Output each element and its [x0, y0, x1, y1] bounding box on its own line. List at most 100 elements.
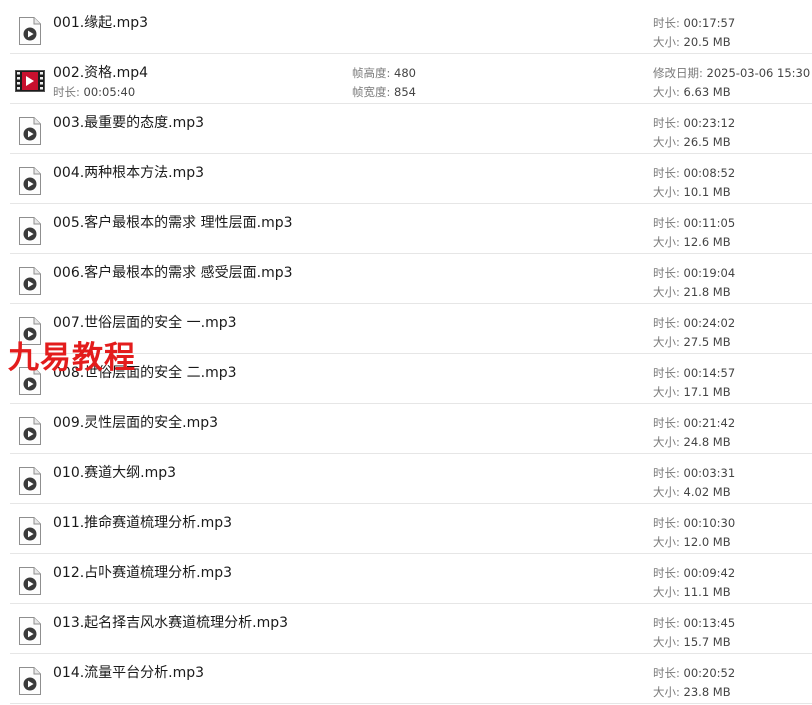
file-duration-value: 00:19:04	[683, 266, 736, 280]
file-size-value: 4.02 MB	[683, 485, 731, 499]
file-duration-value: 00:08:52	[683, 166, 736, 180]
file-size-value: 24.8 MB	[683, 435, 731, 449]
file-name: 001.缘起.mp3	[53, 15, 149, 31]
file-size: 大小: 4.02 MB	[653, 484, 731, 500]
file-size-label: 大小:	[653, 485, 680, 499]
file-size-label: 大小:	[653, 635, 680, 649]
file-row[interactable]: 001.缘起.mp3 时长: 00:17:57 大小: 20.5 MB	[10, 4, 812, 54]
file-duration-label: 时长:	[653, 166, 680, 180]
file-duration: 时长: 00:19:04	[653, 265, 735, 281]
file-name: 002.资格.mp4	[53, 65, 149, 81]
file-name: 009.灵性层面的安全.mp3	[53, 415, 219, 431]
file-duration-value: 00:17:57	[683, 16, 736, 30]
file-size-label: 大小:	[653, 585, 680, 599]
file-name: 006.客户最根本的需求 感受层面.mp3	[53, 265, 293, 281]
file-row[interactable]: 011.推命赛道梳理分析.mp3 时长: 00:10:30 大小: 12.0 MB	[10, 504, 812, 554]
file-duration: 时长: 00:23:12	[653, 115, 735, 131]
file-size: 大小: 17.1 MB	[653, 384, 731, 400]
file-duration: 时长: 00:21:42	[653, 415, 735, 431]
file-size-value: 26.5 MB	[683, 135, 731, 149]
file-size-value: 23.8 MB	[683, 685, 731, 699]
file-duration: 时长: 00:11:05	[653, 215, 735, 231]
file-name: 005.客户最根本的需求 理性层面.mp3	[53, 215, 293, 231]
file-row[interactable]: 003.最重要的态度.mp3 时长: 00:23:12 大小: 26.5 MB	[10, 104, 812, 154]
file-duration: 时长: 00:17:57	[653, 15, 735, 31]
file-size-label: 大小:	[653, 135, 680, 149]
file-size-value: 12.0 MB	[683, 535, 731, 549]
file-duration-label: 时长:	[653, 16, 680, 30]
file-row[interactable]: 004.两种根本方法.mp3 时长: 00:08:52 大小: 10.1 MB	[10, 154, 812, 204]
file-duration: 时长: 00:08:52	[653, 165, 735, 181]
file-size-value: 17.1 MB	[683, 385, 731, 399]
file-size-label: 大小:	[653, 285, 680, 299]
audio-file-icon	[18, 16, 42, 46]
file-size: 大小: 27.5 MB	[653, 334, 731, 350]
file-duration-value: 00:05:40	[83, 85, 136, 99]
file-row[interactable]: 013.起名择吉风水赛道梳理分析.mp3 时长: 00:13:45 大小: 15.7…	[10, 604, 812, 654]
file-duration-label: 时长:	[653, 266, 680, 280]
audio-file-icon	[18, 516, 42, 546]
file-name: 014.流量平台分析.mp3	[53, 665, 205, 681]
file-size: 大小: 24.8 MB	[653, 434, 731, 450]
file-duration-value: 00:23:12	[683, 116, 736, 130]
file-row[interactable]: 006.客户最根本的需求 感受层面.mp3 时长: 00:19:04 大小: 21.…	[10, 254, 812, 304]
file-frame-height-value: 480	[394, 66, 416, 80]
file-row[interactable]: 014.流量平台分析.mp3 时长: 00:20:52 大小: 23.8 MB	[10, 654, 812, 704]
file-duration-label: 时长:	[653, 316, 680, 330]
file-name: 003.最重要的态度.mp3	[53, 115, 205, 131]
audio-file-icon	[18, 416, 42, 446]
audio-file-icon	[18, 216, 42, 246]
file-size: 大小: 20.5 MB	[653, 34, 731, 50]
file-size-label: 大小:	[653, 385, 680, 399]
file-duration: 时长: 00:13:45	[653, 615, 735, 631]
file-duration-value: 00:03:31	[683, 466, 736, 480]
audio-file-icon	[18, 166, 42, 196]
file-duration-value: 00:10:30	[683, 516, 736, 530]
file-size: 大小: 12.0 MB	[653, 534, 731, 550]
file-duration: 时长: 00:20:52	[653, 665, 735, 681]
file-frame-width: 帧宽度: 854	[352, 84, 416, 100]
file-duration-label: 时长:	[653, 366, 680, 380]
file-size-value: 21.8 MB	[683, 285, 731, 299]
file-size-label: 大小:	[653, 185, 680, 199]
file-size-label: 大小:	[653, 435, 680, 449]
file-name: 013.起名择吉风水赛道梳理分析.mp3	[53, 615, 289, 631]
file-duration-value: 00:09:42	[683, 566, 736, 580]
file-size: 大小: 11.1 MB	[653, 584, 731, 600]
file-size: 大小: 15.7 MB	[653, 634, 731, 650]
file-modified-value: 2025-03-06 15:30	[706, 66, 811, 80]
file-duration: 时长: 00:09:42	[653, 565, 735, 581]
file-size: 大小: 21.8 MB	[653, 284, 731, 300]
file-frame-height: 帧高度: 480	[352, 65, 416, 81]
file-size-label: 大小:	[653, 535, 680, 549]
file-size-label: 大小:	[653, 235, 680, 249]
file-duration: 时长: 00:24:02	[653, 315, 735, 331]
file-row[interactable]: 012.占卟赛道梳理分析.mp3 时长: 00:09:42 大小: 11.1 MB	[10, 554, 812, 604]
video-file-icon	[15, 70, 45, 100]
file-name: 004.两种根本方法.mp3	[53, 165, 205, 181]
file-size-label: 大小:	[653, 35, 680, 49]
file-duration: 时长: 00:03:31	[653, 465, 735, 481]
file-row[interactable]: 005.客户最根本的需求 理性层面.mp3 时长: 00:11:05 大小: 12.…	[10, 204, 812, 254]
file-row[interactable]: 002.资格.mp4 时长: 00:05:40 帧高度: 480 帧宽度: 854 修改…	[10, 54, 812, 104]
file-name: 007.世俗层面的安全 一.mp3	[53, 315, 237, 331]
audio-file-icon	[18, 566, 42, 596]
file-duration-label: 时长:	[653, 416, 680, 430]
file-row[interactable]: 009.灵性层面的安全.mp3 时长: 00:21:42 大小: 24.8 MB	[10, 404, 812, 454]
file-size-value: 15.7 MB	[683, 635, 731, 649]
audio-file-icon	[18, 116, 42, 146]
file-duration-label: 时长:	[53, 85, 80, 99]
file-name: 010.赛道大纲.mp3	[53, 465, 177, 481]
file-size-label: 大小:	[653, 335, 680, 349]
file-size-value: 11.1 MB	[683, 585, 731, 599]
file-row[interactable]: 010.赛道大纲.mp3 时长: 00:03:31 大小: 4.02 MB	[10, 454, 812, 504]
file-duration: 时长: 00:14:57	[653, 365, 735, 381]
file-size: 大小: 26.5 MB	[653, 134, 731, 150]
file-size: 大小: 10.1 MB	[653, 184, 731, 200]
file-size-label: 大小:	[653, 85, 680, 99]
file-frame-height-label: 帧高度:	[352, 66, 391, 80]
file-size: 大小: 23.8 MB	[653, 684, 731, 700]
file-frame-width-label: 帧宽度:	[352, 85, 391, 99]
file-size-value: 10.1 MB	[683, 185, 731, 199]
file-size-label: 大小:	[653, 685, 680, 699]
